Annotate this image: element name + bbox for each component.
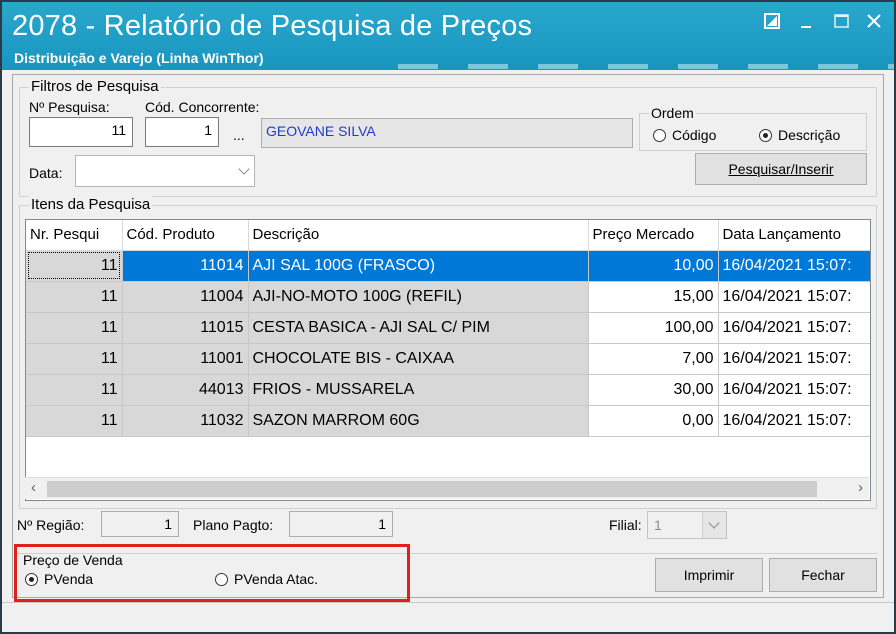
cell-cod: 11015 — [122, 312, 249, 344]
nr-pesquisa-label: Nº Pesquisa: — [29, 99, 110, 115]
highlight-annotation — [14, 544, 410, 602]
lookup-button[interactable]: ... — [233, 127, 245, 143]
column-header[interactable]: Nr. Pesqui — [26, 220, 123, 251]
cell-data: 16/04/2021 15:07: — [718, 343, 870, 375]
ordem-descricao-radio[interactable]: Descrição — [759, 127, 840, 143]
cell-data: 16/04/2021 15:07: — [718, 374, 870, 406]
print-button[interactable]: Imprimir — [655, 558, 763, 592]
close-button[interactable]: Fechar — [769, 558, 877, 592]
table-row[interactable]: 11 11001 CHOCOLATE BIS - CAIXAA 7,00 16/… — [26, 343, 870, 375]
title-decoration — [398, 64, 894, 69]
scrollbar-thumb[interactable] — [47, 481, 817, 497]
cod-concorrente-label: Cód. Concorrente: — [145, 99, 260, 115]
table-row[interactable]: 11 11014 AJI SAL 100G (FRASCO) 10,00 16/… — [26, 250, 870, 282]
cell-desc: AJI-NO-MOTO 100G (REFIL) — [248, 281, 589, 313]
cell-data: 16/04/2021 15:07: — [718, 250, 870, 282]
column-header[interactable]: Preço Mercado — [588, 220, 719, 251]
cod-concorrente-input[interactable]: 1 — [145, 117, 219, 147]
filial-value: 1 — [654, 517, 662, 533]
window-title: 2078 - Relatório de Pesquisa de Preços — [12, 10, 533, 42]
cell-preco: 30,00 — [588, 374, 719, 406]
horizontal-scrollbar[interactable]: ‹ › — [25, 477, 869, 499]
cell-desc: AJI SAL 100G (FRASCO) — [248, 250, 589, 282]
search-button-label: Pesquisar/Inserir — [728, 161, 834, 177]
column-header[interactable]: Cód. Produto — [122, 220, 249, 251]
column-header[interactable]: Descrição — [248, 220, 589, 251]
app-window: 2078 - Relatório de Pesquisa de Preços D… — [0, 0, 896, 634]
close-icon[interactable] — [862, 12, 886, 34]
ordem-codigo-label: Código — [672, 127, 717, 143]
cell-data: 16/04/2021 15:07: — [718, 312, 870, 344]
table-row[interactable]: 11 11004 AJI-NO-MOTO 100G (REFIL) 15,00 … — [26, 281, 870, 313]
minimize-icon[interactable] — [794, 12, 818, 34]
cell-data: 16/04/2021 15:07: — [718, 405, 870, 437]
ordem-group-label: Ordem — [649, 105, 696, 121]
nr-pesquisa-input[interactable]: 11 — [29, 117, 133, 147]
concorrente-name-field: GEOVANE SILVA — [261, 118, 633, 148]
cell-cod: 11014 — [122, 250, 249, 282]
cell-desc: CESTA BASICA - AJI SAL C/ PIM — [248, 312, 589, 344]
cell-nr: 11 — [26, 281, 123, 313]
cell-cod: 44013 — [122, 374, 249, 406]
cell-preco: 15,00 — [588, 281, 719, 313]
radio-on-icon — [759, 129, 772, 142]
table-row[interactable]: 11 11015 CESTA BASICA - AJI SAL C/ PIM 1… — [26, 312, 870, 344]
cell-desc: CHOCOLATE BIS - CAIXAA — [248, 343, 589, 375]
cell-preco: 100,00 — [588, 312, 719, 344]
cell-data: 16/04/2021 15:07: — [718, 281, 870, 313]
ordem-descricao-label: Descrição — [778, 127, 841, 143]
cell-desc: FRIOS - MUSSARELA — [248, 374, 589, 406]
regiao-label: Nº Região: — [17, 517, 85, 533]
ordem-codigo-radio[interactable]: Código — [653, 127, 716, 143]
table-row[interactable]: 11 11032 SAZON MARROM 60G 0,00 16/04/202… — [26, 405, 870, 437]
cell-nr: 11 — [26, 374, 123, 406]
data-label: Data: — [29, 165, 63, 181]
scroll-left-icon[interactable]: ‹ — [31, 479, 36, 496]
chevron-down-icon — [708, 517, 720, 529]
restore-icon[interactable] — [760, 12, 784, 34]
column-header[interactable]: Data Lançamento — [718, 220, 870, 251]
search-button[interactable]: Pesquisar/Inserir — [695, 153, 867, 185]
items-group-label: Itens da Pesquisa — [29, 196, 153, 213]
cell-nr: 11 — [26, 405, 123, 437]
filial-select[interactable]: 1 — [647, 511, 727, 539]
items-table[interactable]: Nr. Pesqui Cód. Produto Descrição Preço … — [25, 219, 871, 501]
scroll-right-icon[interactable]: › — [858, 479, 863, 496]
cell-preco: 10,00 — [588, 250, 719, 282]
regiao-field: 1 — [101, 511, 179, 537]
window-subtitle: Distribuição e Varejo (Linha WinThor) — [14, 50, 264, 66]
status-bar — [2, 602, 894, 632]
table-header: Nr. Pesqui Cód. Produto Descrição Preço … — [26, 220, 870, 251]
cell-cod: 11004 — [122, 281, 249, 313]
cell-cod: 11001 — [122, 343, 249, 375]
data-select[interactable] — [75, 155, 255, 187]
cell-preco: 0,00 — [588, 405, 719, 437]
title-bar[interactable]: 2078 - Relatório de Pesquisa de Preços D… — [2, 2, 894, 70]
table-row[interactable]: 11 44013 FRIOS - MUSSARELA 30,00 16/04/2… — [26, 374, 870, 406]
cell-desc: SAZON MARROM 60G — [248, 405, 589, 437]
chevron-down-icon — [238, 163, 250, 175]
radio-off-icon — [653, 129, 666, 142]
plano-label: Plano Pagto: — [193, 517, 274, 533]
cell-cod: 11032 — [122, 405, 249, 437]
plano-field: 1 — [289, 511, 393, 537]
cell-nr: 11 — [26, 312, 123, 344]
filial-label: Filial: — [609, 517, 642, 533]
cell-nr: 11 — [26, 250, 123, 282]
dropdown-button[interactable] — [702, 512, 726, 538]
cell-nr: 11 — [26, 343, 123, 375]
filters-group-label: Filtros de Pesquisa — [29, 78, 161, 95]
maximize-icon[interactable] — [830, 12, 854, 34]
main-panel: Filtros de Pesquisa Nº Pesquisa: 11 Cód.… — [12, 74, 884, 598]
cell-preco: 7,00 — [588, 343, 719, 375]
